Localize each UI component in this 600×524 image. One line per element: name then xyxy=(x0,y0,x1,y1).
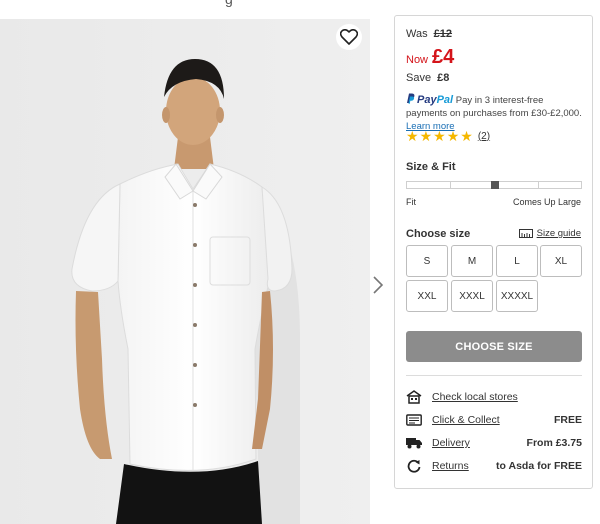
store-icon xyxy=(406,390,422,404)
paypal-icon xyxy=(407,93,415,104)
was-price: £12 xyxy=(433,28,453,40)
fit-right-label: Comes Up Large xyxy=(512,197,581,207)
size-option-xxxl[interactable]: XXXL xyxy=(451,280,493,312)
purchase-panel: Was £12 Now £4 Save £8 PayPal Pay in 3 i… xyxy=(394,15,593,489)
now-label: Now xyxy=(406,54,429,66)
service-label: Check local stores xyxy=(432,391,518,403)
chevron-right-icon xyxy=(373,276,384,294)
size-option-xxxxl[interactable]: XXXXL xyxy=(496,280,538,312)
size-guide-link[interactable]: Size guide xyxy=(518,228,581,239)
next-image-button[interactable] xyxy=(371,274,385,296)
paypal-logo: PayPal xyxy=(417,94,453,106)
size-option-l[interactable]: L xyxy=(496,245,538,277)
paypal-logo-pal: Pal xyxy=(436,94,454,106)
service-value: FREE xyxy=(553,414,582,426)
fit-scale-tick xyxy=(450,182,451,188)
was-label: Was xyxy=(406,28,428,40)
size-option-xxl[interactable]: XXL xyxy=(406,280,448,312)
fit-left-label: Fit xyxy=(406,197,416,207)
size-option-s[interactable]: S xyxy=(406,245,448,277)
service-label: Click & Collect xyxy=(432,414,500,426)
service-label: Returns xyxy=(432,460,469,472)
click-collect-icon xyxy=(406,413,422,427)
size-option-xl[interactable]: XL xyxy=(540,245,582,277)
heart-icon xyxy=(340,29,358,45)
ruler-icon xyxy=(518,229,533,238)
delivery-truck-icon xyxy=(406,436,422,450)
star-icon: ★ xyxy=(433,128,446,144)
fit-scale-tick xyxy=(538,182,539,188)
save-amount: £8 xyxy=(437,72,450,84)
service-value: From £3.75 xyxy=(526,437,582,449)
product-image[interactable] xyxy=(0,19,370,524)
product-photo-illustration xyxy=(0,19,370,524)
service-row-returns[interactable]: Returns to Asda for FREE xyxy=(406,458,582,474)
product-page: g xyxy=(0,0,600,524)
save-label: Save xyxy=(406,72,432,84)
choose-size-title: Choose size xyxy=(406,228,471,240)
service-value: to Asda for FREE xyxy=(496,460,582,472)
save-row: Save £8 xyxy=(406,72,449,84)
service-row-delivery[interactable]: Delivery From £3.75 xyxy=(406,435,582,451)
service-row-click-collect[interactable]: Click & Collect FREE xyxy=(406,412,582,428)
paypal-logo-pay: Pay xyxy=(417,94,437,106)
review-count-link[interactable]: (2) xyxy=(478,131,490,142)
top-heading-fragment: g xyxy=(225,0,233,7)
size-fit-title: Size & Fit xyxy=(406,161,456,173)
size-option-m[interactable]: M xyxy=(451,245,493,277)
fit-marker xyxy=(491,181,499,189)
star-icon: ★ xyxy=(446,128,460,144)
divider xyxy=(406,375,582,376)
rating-stars[interactable]: ★ ★ ★ ★ ★ (2) xyxy=(406,129,490,143)
star-icon: ★ xyxy=(460,128,473,144)
now-price: £4 xyxy=(432,46,455,68)
paypal-message: PayPal Pay in 3 interest-free payments o… xyxy=(406,93,586,133)
choose-size-button[interactable]: CHOOSE SIZE xyxy=(406,331,582,362)
was-price-row: Was £12 xyxy=(406,28,452,40)
returns-icon xyxy=(406,459,422,473)
size-guide-label: Size guide xyxy=(536,228,581,239)
service-label: Delivery xyxy=(432,437,470,449)
star-icon: ★ xyxy=(406,128,419,144)
wishlist-button[interactable] xyxy=(336,24,362,50)
service-row-local-stores[interactable]: Check local stores xyxy=(406,389,582,405)
now-price-row: Now £4 xyxy=(406,46,454,69)
fit-scale xyxy=(406,181,582,189)
star-icon: ★ xyxy=(419,128,433,144)
